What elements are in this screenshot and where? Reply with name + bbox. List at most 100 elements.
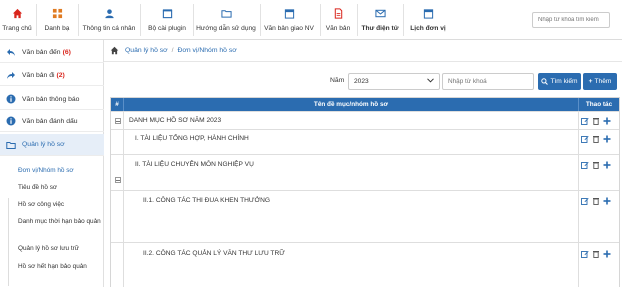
add-child-icon[interactable] — [603, 161, 611, 169]
nav-item-home[interactable]: Trang chủ — [2, 0, 32, 40]
row-title: II. TÀI LIỆU CHUYÊN MÔN NGHIỆP VỤ — [135, 161, 254, 168]
trash-icon[interactable] — [592, 250, 600, 258]
nav-label: Thông tin cá nhân — [82, 25, 136, 32]
sidebar-item-label: Văn bản thông báo — [22, 95, 80, 103]
trash-icon[interactable] — [592, 197, 600, 205]
calendar-icon — [283, 7, 295, 19]
column-header-actions: Thao tác — [585, 101, 613, 108]
table-row[interactable]: II.1. CÔNG TÁC THI ĐUA KHEN THƯỞNG — [111, 190, 619, 243]
row-actions — [581, 250, 617, 258]
search-button-label: Tìm kiếm — [550, 78, 578, 85]
sidebar-subitem-work-records[interactable]: Hồ sơ công việc — [18, 200, 104, 209]
records-table: # Tên đề mục/nhóm hồ sơ Thao tác DANH MỤ… — [110, 97, 620, 287]
count-badge: (6) — [62, 48, 71, 56]
chevron-down-icon — [427, 78, 434, 85]
nav-label: Bộ cài plugin — [148, 25, 186, 32]
add-button[interactable]: + Thêm — [583, 73, 617, 90]
breadcrumb-current[interactable]: Đơn vị/Nhóm hồ sơ — [178, 47, 237, 54]
plus-icon: + — [588, 78, 593, 85]
search-input[interactable] — [532, 12, 610, 28]
sidebar-item-notices[interactable]: Văn bản thông báo — [0, 89, 104, 110]
sidebar-item-label: Văn bản đi — [22, 71, 55, 79]
sidebar-item-marked[interactable]: Văn bản đánh dấu — [0, 111, 104, 132]
table-row[interactable]: DANH MỤC HỒ SƠ NĂM 2023 — [111, 111, 619, 130]
sidebar-item-incoming[interactable]: Văn bản đến (6) — [0, 42, 104, 63]
table-row[interactable]: II. TÀI LIỆU CHUYÊN MÔN NGHIỆP VỤ — [111, 154, 619, 191]
sidebar-item-outgoing[interactable]: Văn bản đi (2) — [0, 65, 104, 86]
nav-label: Lịch đơn vị — [410, 25, 446, 32]
breadcrumb: Quản lý hồ sơ / Đơn vị/Nhóm hồ sơ — [104, 40, 622, 62]
folder-icon — [6, 140, 16, 150]
year-label: Năm — [330, 77, 345, 84]
sidebar-subitem-archive-records[interactable]: Quản lý hồ sơ lưu trữ — [18, 244, 104, 253]
info-icon — [6, 94, 16, 104]
add-child-icon[interactable] — [603, 197, 611, 205]
nav-item-assigned-docs[interactable]: Văn bản giao NV — [262, 0, 316, 40]
nav-item-email[interactable]: Thư điện tử — [360, 0, 400, 40]
sidebar: Văn bản đến (6) Văn bản đi (2) Văn bản t… — [0, 40, 104, 287]
keyword-input[interactable] — [442, 73, 534, 90]
row-actions — [581, 117, 617, 125]
nav-label: Danh bạ — [44, 25, 70, 32]
search-icon — [541, 78, 549, 85]
edit-icon[interactable] — [581, 197, 589, 205]
info-icon — [6, 116, 16, 126]
add-child-icon[interactable] — [603, 117, 611, 125]
edit-icon[interactable] — [581, 161, 589, 169]
sidebar-subitem-retention-list[interactable]: Danh mục thời hạn bảo quản — [18, 217, 104, 226]
home-icon[interactable] — [110, 46, 119, 55]
year-select[interactable]: 2023 — [348, 73, 440, 90]
nav-item-profile[interactable]: Thông tin cá nhân — [80, 0, 138, 40]
sidebar-subitem-expired-records[interactable]: Hồ sơ hết hạn bảo quản — [18, 262, 104, 271]
reply-icon — [6, 47, 16, 57]
user-icon — [103, 7, 115, 19]
breadcrumb-link[interactable]: Quản lý hồ sơ — [125, 47, 168, 54]
trash-icon[interactable] — [592, 161, 600, 169]
mail-icon — [374, 7, 386, 19]
breadcrumb-separator: / — [171, 47, 174, 54]
nav-label: Văn bản — [325, 25, 351, 32]
nav-item-documents[interactable]: Văn bản — [322, 0, 354, 40]
table-row[interactable]: II.2. CÔNG TÁC QUẢN LÝ VĂN THƯ LƯU TRỮ — [111, 242, 619, 287]
sidebar-item-label: Quản lý hồ sơ — [22, 141, 65, 148]
calendar-icon — [422, 7, 434, 19]
collapse-toggle[interactable] — [115, 118, 121, 124]
row-title: II.2. CÔNG TÁC QUẢN LÝ VĂN THƯ LƯU TRỮ — [143, 250, 285, 257]
column-header-title: Tên đề mục/nhóm hồ sơ — [313, 101, 389, 108]
table-header: # Tên đề mục/nhóm hồ sơ Thao tác — [111, 98, 619, 111]
sidebar-item-label: Văn bản đánh dấu — [22, 117, 78, 125]
year-value: 2023 — [354, 78, 369, 85]
nav-item-unit-calendar[interactable]: Lịch đơn vị — [406, 0, 450, 40]
row-actions — [581, 197, 617, 205]
nav-label: Trang chủ — [2, 25, 32, 32]
box-icon — [161, 7, 173, 19]
folder-icon — [220, 7, 232, 19]
column-header-index: # — [115, 101, 119, 108]
edit-icon[interactable] — [581, 135, 589, 143]
search-button[interactable]: Tìm kiếm — [538, 73, 581, 90]
nav-item-directory[interactable]: Danh bạ — [42, 0, 72, 40]
trash-icon[interactable] — [592, 117, 600, 125]
table-row[interactable]: I. TÀI LIỆU TỔNG HỢP, HÀNH CHÍNH — [111, 129, 619, 155]
top-navigation: Trang chủ Danh bạ Thông tin cá nhân Bộ c… — [0, 0, 622, 40]
add-child-icon[interactable] — [603, 135, 611, 143]
forward-icon — [6, 70, 16, 80]
nav-item-plugin[interactable]: Bộ cài plugin — [144, 0, 190, 40]
add-child-icon[interactable] — [603, 250, 611, 258]
edit-icon[interactable] — [581, 117, 589, 125]
home-icon — [11, 7, 23, 19]
document-icon — [332, 7, 344, 19]
main-content: Quản lý hồ sơ / Đơn vị/Nhóm hồ sơ Năm 20… — [104, 40, 622, 287]
collapse-toggle[interactable] — [115, 177, 121, 183]
trash-icon[interactable] — [592, 135, 600, 143]
row-actions — [581, 161, 617, 169]
sidebar-subitem-record-titles[interactable]: Tiêu đề hồ sơ — [18, 183, 104, 192]
row-title: I. TÀI LIỆU TỔNG HỢP, HÀNH CHÍNH — [135, 135, 249, 142]
row-title: II.1. CÔNG TÁC THI ĐUA KHEN THƯỞNG — [143, 197, 271, 204]
sidebar-item-records[interactable]: Quản lý hồ sơ — [0, 134, 104, 156]
edit-icon[interactable] — [581, 250, 589, 258]
sidebar-item-label: Văn bản đến — [22, 48, 61, 56]
nav-item-guide[interactable]: Hướng dẫn sử dụng — [194, 0, 258, 40]
sidebar-subitem-unit-groups[interactable]: Đơn vị/Nhóm hồ sơ — [18, 166, 104, 175]
row-actions — [581, 135, 617, 143]
